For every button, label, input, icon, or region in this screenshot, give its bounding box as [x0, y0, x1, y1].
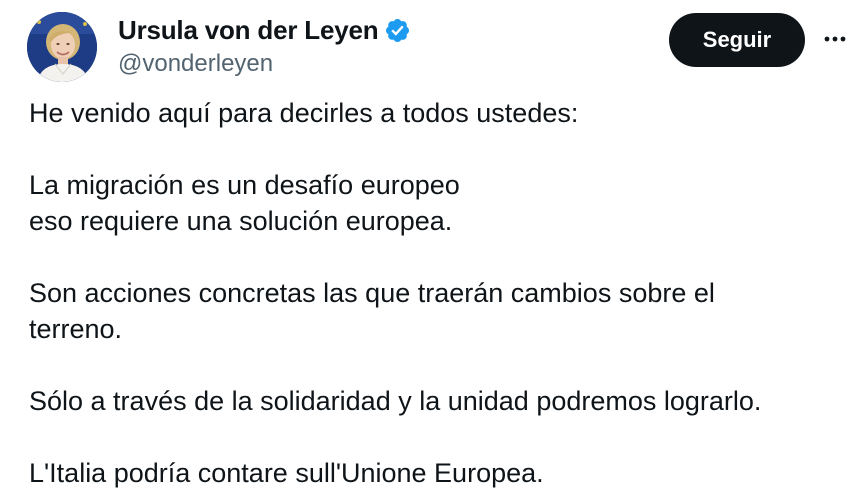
avatar-photo [27, 12, 97, 82]
verified-badge-icon [384, 17, 411, 44]
tweet-line: La migración es un desafío europeo [29, 170, 460, 200]
avatar[interactable] [27, 12, 97, 82]
tweet-line: He venido aquí para decirles a todos ust… [29, 98, 579, 128]
tweet-text: He venido aquí para decirles a todos ust… [29, 95, 859, 491]
author-display-name[interactable]: Ursula von der Leyen [118, 15, 379, 46]
more-options-icon[interactable] [818, 22, 852, 56]
tweet-line: Son acciones concretas las que traerán c… [29, 278, 715, 308]
author-name-row: Ursula von der Leyen [118, 14, 411, 46]
tweet-line: L'Italia podría contare sull'Unione Euro… [29, 458, 544, 488]
tweet-line: eso requiere una solución europea. [29, 206, 453, 236]
tweet-line: Sólo a través de la solidaridad y la uni… [29, 386, 762, 416]
author-handle[interactable]: @vonderleyen [118, 50, 273, 78]
tweet-line: terreno. [29, 314, 123, 344]
tweet-card: Ursula von der Leyen @vonderleyen Seguir… [0, 0, 866, 497]
follow-button[interactable]: Seguir [669, 13, 805, 67]
